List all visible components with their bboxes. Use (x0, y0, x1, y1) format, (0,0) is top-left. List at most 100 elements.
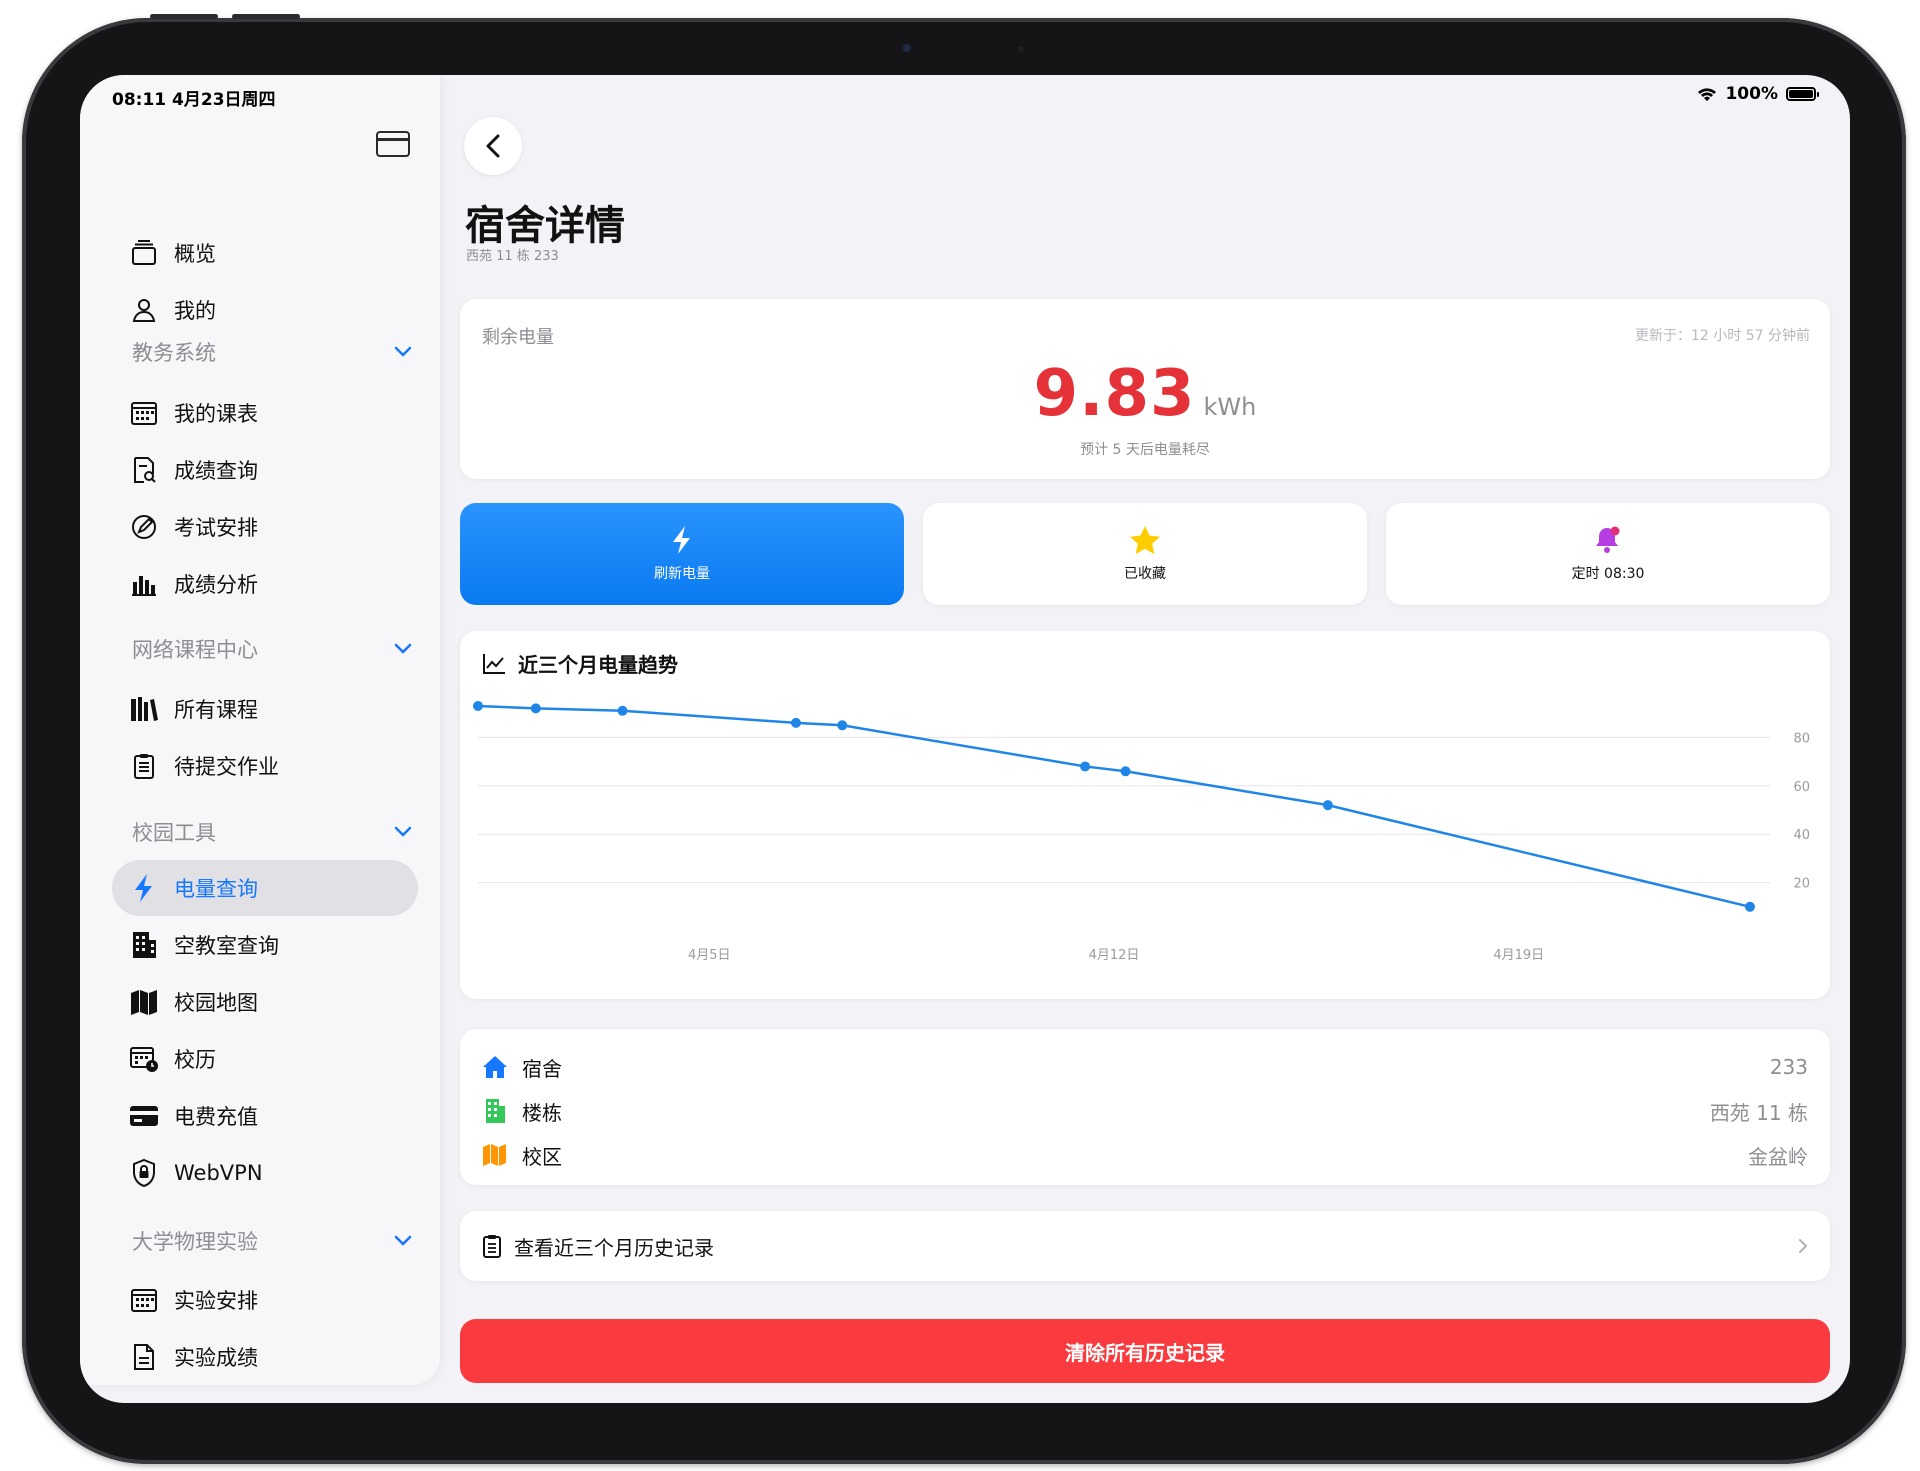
sidebar-item-assignments[interactable]: 待提交作业 (112, 738, 414, 794)
section-title: 大学物理实验 (132, 1230, 258, 1254)
sidebar-item-label: 成绩查询 (174, 459, 258, 483)
chevron-down-icon (394, 346, 412, 357)
sidebar-item-label: 考试安排 (174, 516, 258, 540)
favorite-label: 已收藏 (1124, 566, 1166, 582)
clipboard-icon (128, 750, 160, 782)
sidebar-item-electricity[interactable]: 电量查询 (112, 860, 418, 916)
favorite-button[interactable]: 已收藏 (923, 503, 1367, 605)
clear-history-label: 清除所有历史记录 (1065, 1340, 1225, 1365)
sidebar-item-exams[interactable]: 考试安排 (112, 499, 414, 555)
info-row-campus: 校区 金盆岭 (482, 1135, 1808, 1175)
chart-card: 近三个月电量趋势 20 40 60 80 4月5日 4月12日 4月19日 (460, 631, 1830, 999)
star-icon (1130, 526, 1160, 555)
page-title: 宿舍详情 (465, 203, 625, 249)
trend-chart: 20 40 60 80 4月5日 4月12日 4月19日 (473, 700, 1810, 963)
section-title: 网络课程中心 (132, 638, 258, 662)
energy-card: 剩余电量 更新于：12 小时 57 分钟前 9.83 kWh 预计 5 天后电量耗… (460, 299, 1830, 479)
info-label: 楼栋 (522, 1100, 562, 1125)
sidebar-item-lab-grades[interactable]: 实验成绩 (112, 1329, 414, 1385)
chevron-right-icon (1799, 1239, 1808, 1253)
calendar-icon (128, 1284, 160, 1316)
x-tick-label: 4月19日 (1493, 948, 1544, 963)
series-line (477, 704, 1751, 909)
info-row-building: 楼栋 西苑 11 栋 (482, 1091, 1808, 1131)
section-header-academic[interactable]: 教务系统 (132, 332, 412, 372)
sidebar-item-timetable[interactable]: 我的课表 (112, 385, 414, 441)
sidebar-item-overview[interactable]: 概览 (112, 225, 414, 281)
page-subtitle: 西苑 11 栋 233 (466, 249, 559, 264)
refresh-label: 刷新电量 (654, 566, 710, 582)
stack-icon (128, 237, 160, 269)
energy-value: 9.83 (1033, 357, 1196, 431)
battery-percent: 100% (1725, 84, 1778, 104)
bar-chart-icon (128, 568, 160, 600)
screen: 概览 我的 教务系统 我的课表 成绩查询 考试安排 成绩分析 网络课程中心 所有… (80, 75, 1850, 1403)
map-icon (482, 1142, 508, 1168)
sidebar-toggle-icon[interactable] (376, 131, 410, 157)
sidebar-item-webvpn[interactable]: WebVPN (112, 1145, 414, 1201)
sidebar-item-label: 成绩分析 (174, 573, 258, 597)
building-icon (128, 929, 160, 961)
info-card: 宿舍 233 楼栋 西苑 11 栋 校区 金盆岭 (460, 1029, 1830, 1185)
sidebar-item-calendar[interactable]: 校历 (112, 1031, 414, 1087)
data-point (1120, 766, 1131, 777)
info-value: 西苑 11 栋 (1709, 1100, 1808, 1125)
lock-shield-icon (128, 1157, 160, 1189)
history-card[interactable]: 查看近三个月历史记录 (460, 1211, 1830, 1281)
section-header-campus-tools[interactable]: 校园工具 (132, 812, 412, 852)
y-tick-label: 80 (1793, 731, 1810, 746)
clear-history-button[interactable]: 清除所有历史记录 (460, 1319, 1830, 1383)
wifi-icon (1698, 87, 1717, 101)
document-icon (128, 1341, 160, 1373)
doc-search-icon (128, 454, 160, 486)
volume-button (150, 14, 218, 19)
energy-unit: kWh (1203, 393, 1257, 421)
sidebar-item-label: 所有课程 (174, 698, 258, 722)
info-value: 233 (1769, 1055, 1808, 1079)
power-button (232, 14, 300, 19)
back-button[interactable] (464, 117, 522, 175)
sidebar-item-recharge[interactable]: 电费充值 (112, 1088, 414, 1144)
books-icon (128, 693, 160, 725)
data-point (617, 705, 628, 716)
x-tick-label: 4月12日 (1089, 948, 1140, 963)
building-icon (482, 1098, 508, 1124)
sidebar-item-label: 待提交作业 (174, 755, 279, 779)
history-label: 查看近三个月历史记录 (514, 1235, 714, 1260)
data-point (1080, 761, 1091, 772)
info-row-dorm: 宿舍 233 (482, 1047, 1808, 1087)
sidebar-item-label: 空教室查询 (174, 934, 279, 958)
camera (903, 44, 911, 52)
chevron-down-icon (394, 826, 412, 837)
sidebar-item-label: 电量查询 (174, 877, 258, 901)
section-header-online-courses[interactable]: 网络课程中心 (132, 629, 412, 669)
data-point (1745, 901, 1755, 912)
y-tick-label: 40 (1793, 828, 1810, 843)
chevron-left-icon (486, 134, 500, 158)
data-point (530, 703, 541, 714)
sidebar-item-grades[interactable]: 成绩查询 (112, 442, 414, 498)
person-icon (128, 294, 160, 326)
battery-icon (1786, 87, 1819, 101)
sidebar: 概览 我的 教务系统 我的课表 成绩查询 考试安排 成绩分析 网络课程中心 所有… (80, 75, 440, 1385)
history-row[interactable]: 查看近三个月历史记录 (460, 1211, 1830, 1281)
section-header-physics-lab[interactable]: 大学物理实验 (132, 1221, 412, 1261)
sidebar-item-empty-classroom[interactable]: 空教室查询 (112, 917, 414, 973)
sidebar-item-label: 实验成绩 (174, 1346, 258, 1370)
pencil-circle-icon (128, 511, 160, 543)
refresh-button[interactable]: 刷新电量 (460, 503, 904, 605)
energy-updated: 更新于：12 小时 57 分钟前 (1635, 328, 1810, 344)
sidebar-item-all-courses[interactable]: 所有课程 (112, 681, 414, 737)
data-point (837, 720, 848, 731)
sidebar-item-analysis[interactable]: 成绩分析 (112, 556, 414, 612)
sidebar-item-me[interactable]: 我的 (112, 282, 414, 338)
sidebar-item-label: 电费充值 (174, 1105, 258, 1129)
sidebar-item-campus-map[interactable]: 校园地图 (112, 974, 414, 1030)
map-icon (128, 986, 160, 1018)
energy-label: 剩余电量 (482, 327, 554, 348)
info-value: 金盆岭 (1748, 1144, 1808, 1169)
sidebar-item-lab-schedule[interactable]: 实验安排 (112, 1272, 414, 1328)
section-title: 校园工具 (132, 821, 216, 845)
schedule-button[interactable]: 定时 08:30 (1386, 503, 1830, 605)
sensor (1018, 46, 1024, 52)
